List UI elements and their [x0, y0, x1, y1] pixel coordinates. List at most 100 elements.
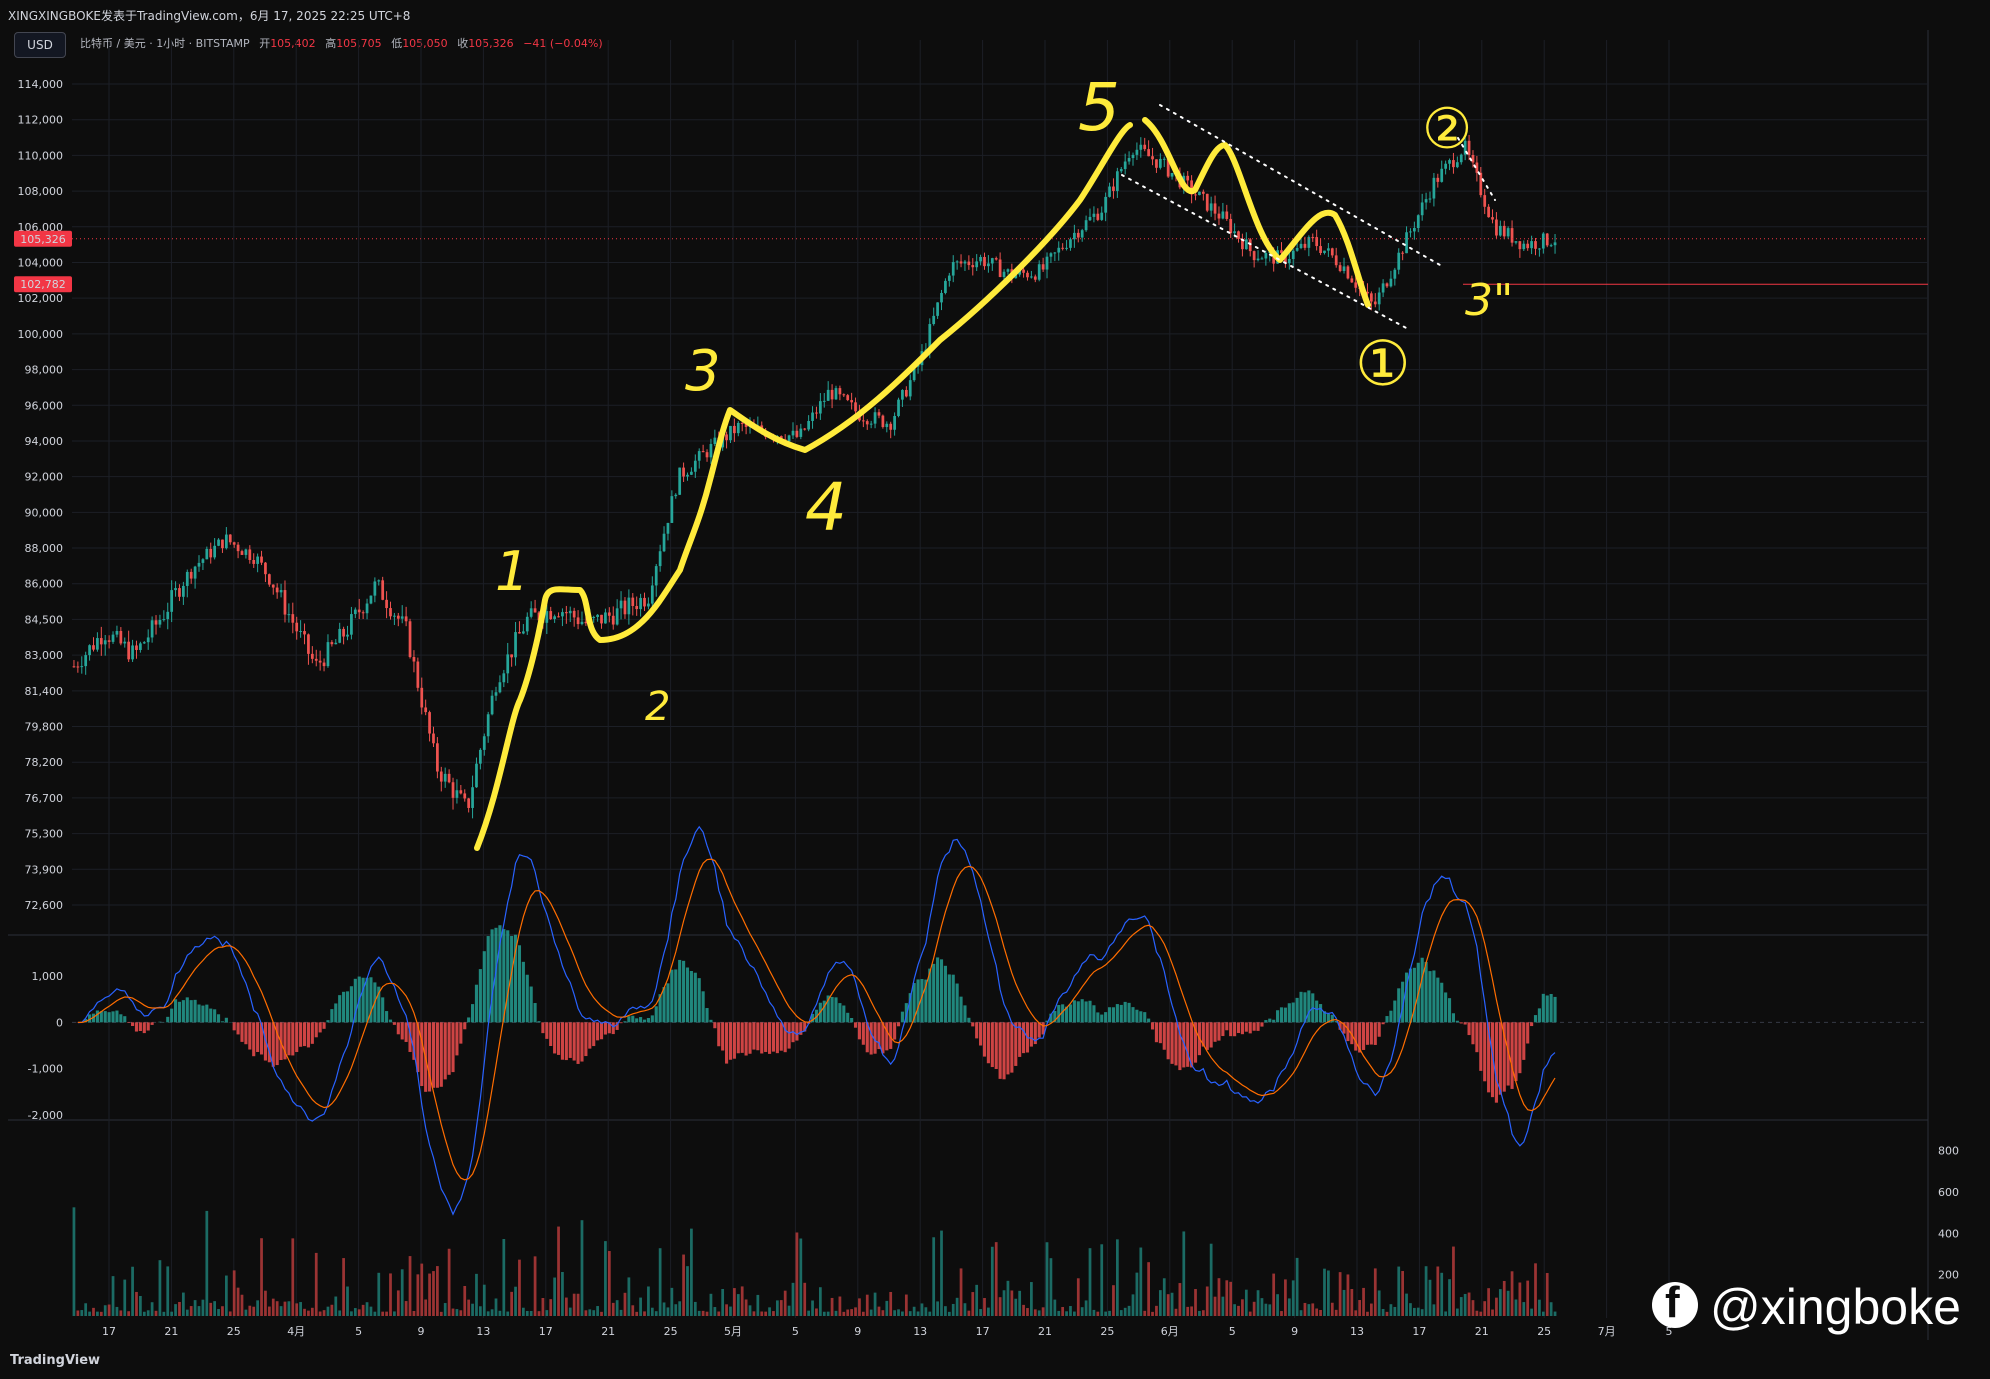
macd-histogram-bar — [1444, 992, 1448, 1023]
volume-bar — [701, 1310, 705, 1316]
volume-bar — [940, 1230, 943, 1316]
candle-body — [201, 559, 205, 563]
candle-body — [1221, 211, 1225, 219]
macd-histogram-bar — [795, 1022, 799, 1041]
volume-bar — [564, 1297, 568, 1316]
volume-bar — [365, 1302, 369, 1316]
macd-histogram-bar — [998, 1022, 1002, 1079]
volume-bar — [1225, 1280, 1229, 1316]
macd-histogram-bar — [650, 1015, 654, 1023]
macd-histogram-bar — [709, 1019, 713, 1023]
candle-body — [1327, 248, 1330, 251]
macd-histogram-bar — [1498, 1022, 1502, 1095]
volume-bar — [1506, 1290, 1510, 1316]
candle-body — [561, 612, 564, 617]
volume-bar — [205, 1210, 209, 1316]
macd-histogram-bar — [177, 1001, 182, 1023]
volume-bar — [1194, 1289, 1197, 1316]
macd-histogram-bar — [1170, 1022, 1174, 1064]
macd-histogram-bar — [404, 1022, 408, 1042]
volume-bar — [998, 1297, 1002, 1316]
volume-bar — [123, 1279, 127, 1316]
volume-bar — [1112, 1285, 1115, 1316]
macd-histogram-bar — [678, 959, 682, 1023]
candle-body — [170, 590, 174, 612]
candle-body — [1514, 241, 1518, 243]
candle-body — [1444, 163, 1447, 169]
candle-body — [725, 434, 728, 441]
volume-bar — [756, 1294, 760, 1316]
macd-histogram-bar — [455, 1022, 459, 1056]
macd-histogram-bar — [627, 1016, 631, 1023]
candle-body — [224, 534, 228, 549]
candle-body — [213, 545, 217, 558]
macd-histogram-bar — [467, 1017, 471, 1023]
macd-histogram-bar — [701, 991, 705, 1023]
axes: 114,000112,000110,000108,000106,000104,0… — [14, 78, 1959, 1338]
macd-histogram-bar — [631, 1015, 635, 1023]
time-tick-label: 25 — [664, 1325, 678, 1338]
time-tick-label: 5 — [792, 1325, 799, 1338]
volume-bar — [1327, 1270, 1330, 1316]
candle-body — [713, 437, 717, 445]
volume-bar — [330, 1304, 334, 1316]
candle-body — [701, 451, 705, 453]
volume-bar — [1287, 1298, 1291, 1316]
macd-histogram-bar — [318, 1022, 322, 1033]
macd-histogram-bar — [314, 1022, 318, 1038]
macd-histogram-bar — [252, 1022, 256, 1057]
macd-histogram-bar — [209, 1008, 213, 1023]
price-tag-label: 105,326 — [20, 233, 66, 246]
volume-tick-label: 600 — [1938, 1186, 1959, 1199]
macd-histogram-bar — [447, 1022, 451, 1075]
volume-bar — [1131, 1294, 1135, 1316]
volume-bar — [944, 1306, 947, 1316]
chart-canvas[interactable]: 114,000112,000110,000108,000106,000104,0… — [0, 0, 1990, 1379]
macd-histogram-bar — [947, 974, 951, 1023]
volume-bar — [818, 1287, 822, 1316]
candle-body — [307, 634, 310, 654]
macd-histogram-bar — [302, 1022, 307, 1047]
volume-bar — [1370, 1303, 1373, 1316]
macd-histogram-bar — [752, 1022, 756, 1050]
macd-histogram-bar — [400, 1022, 404, 1040]
candle-body — [897, 399, 900, 417]
macd-histogram-bar — [127, 1022, 131, 1023]
candle-body — [400, 616, 404, 619]
volume-bar — [690, 1228, 693, 1316]
candle-body — [901, 389, 904, 400]
candle-body — [1115, 171, 1119, 191]
volume-bar — [1483, 1301, 1487, 1316]
macd-histogram-bar — [682, 960, 686, 1023]
macd-histogram-bar — [392, 1022, 396, 1025]
time-tick-label: 25 — [1537, 1325, 1551, 1338]
volume-bar — [686, 1266, 689, 1316]
macd-histogram-bar — [728, 1022, 733, 1060]
volume-bar — [228, 1311, 232, 1316]
volume-bar — [1330, 1302, 1334, 1316]
volume-bar — [729, 1306, 732, 1316]
macd-histogram-bar — [388, 1019, 393, 1023]
time-tick-label: 5 — [1229, 1325, 1236, 1338]
macd-histogram-bar — [990, 1022, 994, 1068]
volume-bar — [459, 1310, 463, 1316]
candle-body — [1127, 158, 1131, 162]
macd-histogram-bar — [189, 1000, 193, 1023]
volume-bar — [353, 1308, 357, 1316]
macd-histogram-bar — [1123, 1001, 1127, 1023]
macd-histogram-bar — [1135, 1009, 1139, 1023]
volume-bar — [721, 1288, 725, 1316]
candle-body — [619, 600, 623, 609]
macd-histogram-bar — [1076, 1001, 1080, 1023]
candle-body — [1201, 191, 1205, 194]
candle-body — [1530, 241, 1533, 249]
volume-bar — [1440, 1272, 1444, 1316]
volume-bar — [811, 1300, 814, 1316]
candle-body — [1264, 252, 1268, 259]
candle-body — [455, 790, 459, 798]
volume-bar — [1213, 1296, 1217, 1316]
volume-bar — [604, 1241, 607, 1316]
volume-bar — [623, 1292, 627, 1316]
volume-bar — [627, 1277, 631, 1316]
volume-bar — [291, 1238, 295, 1316]
